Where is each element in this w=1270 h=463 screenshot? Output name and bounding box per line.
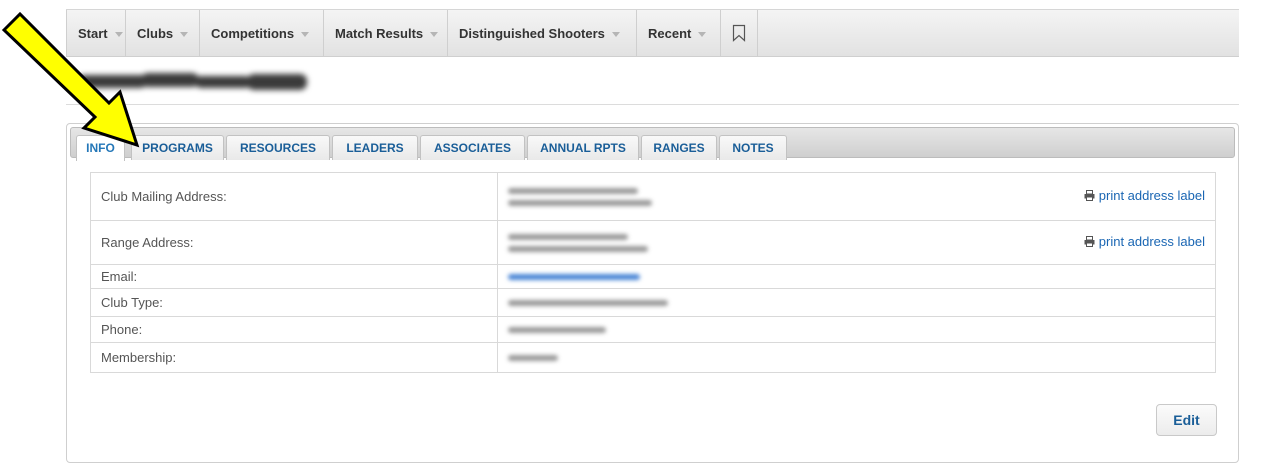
row-label: Range Address: xyxy=(90,220,498,265)
tab-notes-label: NOTES xyxy=(732,141,774,155)
redacted-text xyxy=(508,299,668,306)
tab-resources[interactable]: RESOURCES xyxy=(226,135,330,160)
caret-down-icon xyxy=(301,31,310,37)
nav-competitions-label: Competitions xyxy=(211,25,295,41)
email-value[interactable] xyxy=(497,264,1216,289)
caret-down-icon xyxy=(698,31,707,37)
tab-annual-rpts[interactable]: ANNUAL RPTS xyxy=(527,135,639,160)
row-label: Email: xyxy=(90,264,498,289)
print-address-label-link[interactable]: print address label xyxy=(1084,234,1205,249)
caret-down-icon xyxy=(611,31,620,37)
table-row: Club Type: xyxy=(90,288,1216,317)
redacted-text xyxy=(508,245,648,252)
redacted-text xyxy=(508,187,638,194)
mailing-address-value: print address label xyxy=(497,172,1216,221)
printer-icon xyxy=(1084,235,1095,247)
nav-recent[interactable]: Recent xyxy=(637,10,721,56)
redacted-text xyxy=(508,354,558,361)
caret-down-icon xyxy=(430,31,439,37)
print-address-label-link[interactable]: print address label xyxy=(1084,188,1205,203)
club-type-value xyxy=(497,288,1216,317)
bookmark-button[interactable] xyxy=(721,10,758,56)
caret-down-icon xyxy=(180,31,189,37)
tab-resources-label: RESOURCES xyxy=(239,141,316,155)
tab-associates[interactable]: ASSOCIATES xyxy=(420,135,525,160)
print-address-label-text: print address label xyxy=(1098,187,1205,203)
row-label: Membership: xyxy=(90,342,498,373)
nav-recent-label: Recent xyxy=(648,25,692,41)
club-info-table: Club Mailing Address: print address labe… xyxy=(90,172,1216,373)
printer-icon xyxy=(1084,189,1095,201)
tab-ranges[interactable]: RANGES xyxy=(641,135,717,160)
row-label: Club Type: xyxy=(90,288,498,317)
row-label: Phone: xyxy=(90,316,498,343)
nav-competitions[interactable]: Competitions xyxy=(200,10,324,56)
nav-distinguished-shooters-label: Distinguished Shooters xyxy=(459,25,605,41)
tab-bar: INFO PROGRAMS RESOURCES LEADERS ASSOCIAT… xyxy=(70,127,1235,161)
redacted-text xyxy=(508,326,606,333)
tab-leaders[interactable]: LEADERS xyxy=(332,135,418,160)
nav-match-results[interactable]: Match Results xyxy=(324,10,448,56)
table-row: Range Address: print address label xyxy=(90,220,1216,265)
table-row: Membership: xyxy=(90,342,1216,373)
membership-value xyxy=(497,342,1216,373)
top-navigation: Start Clubs Competitions Match Results D… xyxy=(66,9,1239,57)
redacted-text xyxy=(508,199,652,206)
print-address-label-text: print address label xyxy=(1098,233,1205,249)
nav-distinguished-shooters[interactable]: Distinguished Shooters xyxy=(448,10,637,56)
redacted-email-link xyxy=(508,273,640,280)
table-row: Club Mailing Address: print address labe… xyxy=(90,172,1216,221)
nav-match-results-label: Match Results xyxy=(335,25,424,41)
tab-leaders-label: LEADERS xyxy=(346,141,404,155)
edit-button[interactable]: Edit xyxy=(1156,404,1217,436)
tab-associates-label: ASSOCIATES xyxy=(433,141,512,155)
table-row: Email: xyxy=(90,264,1216,289)
phone-value xyxy=(497,316,1216,343)
row-label: Club Mailing Address: xyxy=(90,172,498,221)
header-divider xyxy=(66,104,1239,105)
range-address-value: print address label xyxy=(497,220,1216,265)
annotation-arrow-icon xyxy=(1,11,140,148)
redacted-text xyxy=(508,233,628,240)
tab-ranges-label: RANGES xyxy=(653,141,705,155)
tab-notes[interactable]: NOTES xyxy=(719,135,787,160)
bookmark-icon xyxy=(732,24,746,42)
table-row: Phone: xyxy=(90,316,1216,343)
tab-annual-rpts-label: ANNUAL RPTS xyxy=(540,141,626,155)
